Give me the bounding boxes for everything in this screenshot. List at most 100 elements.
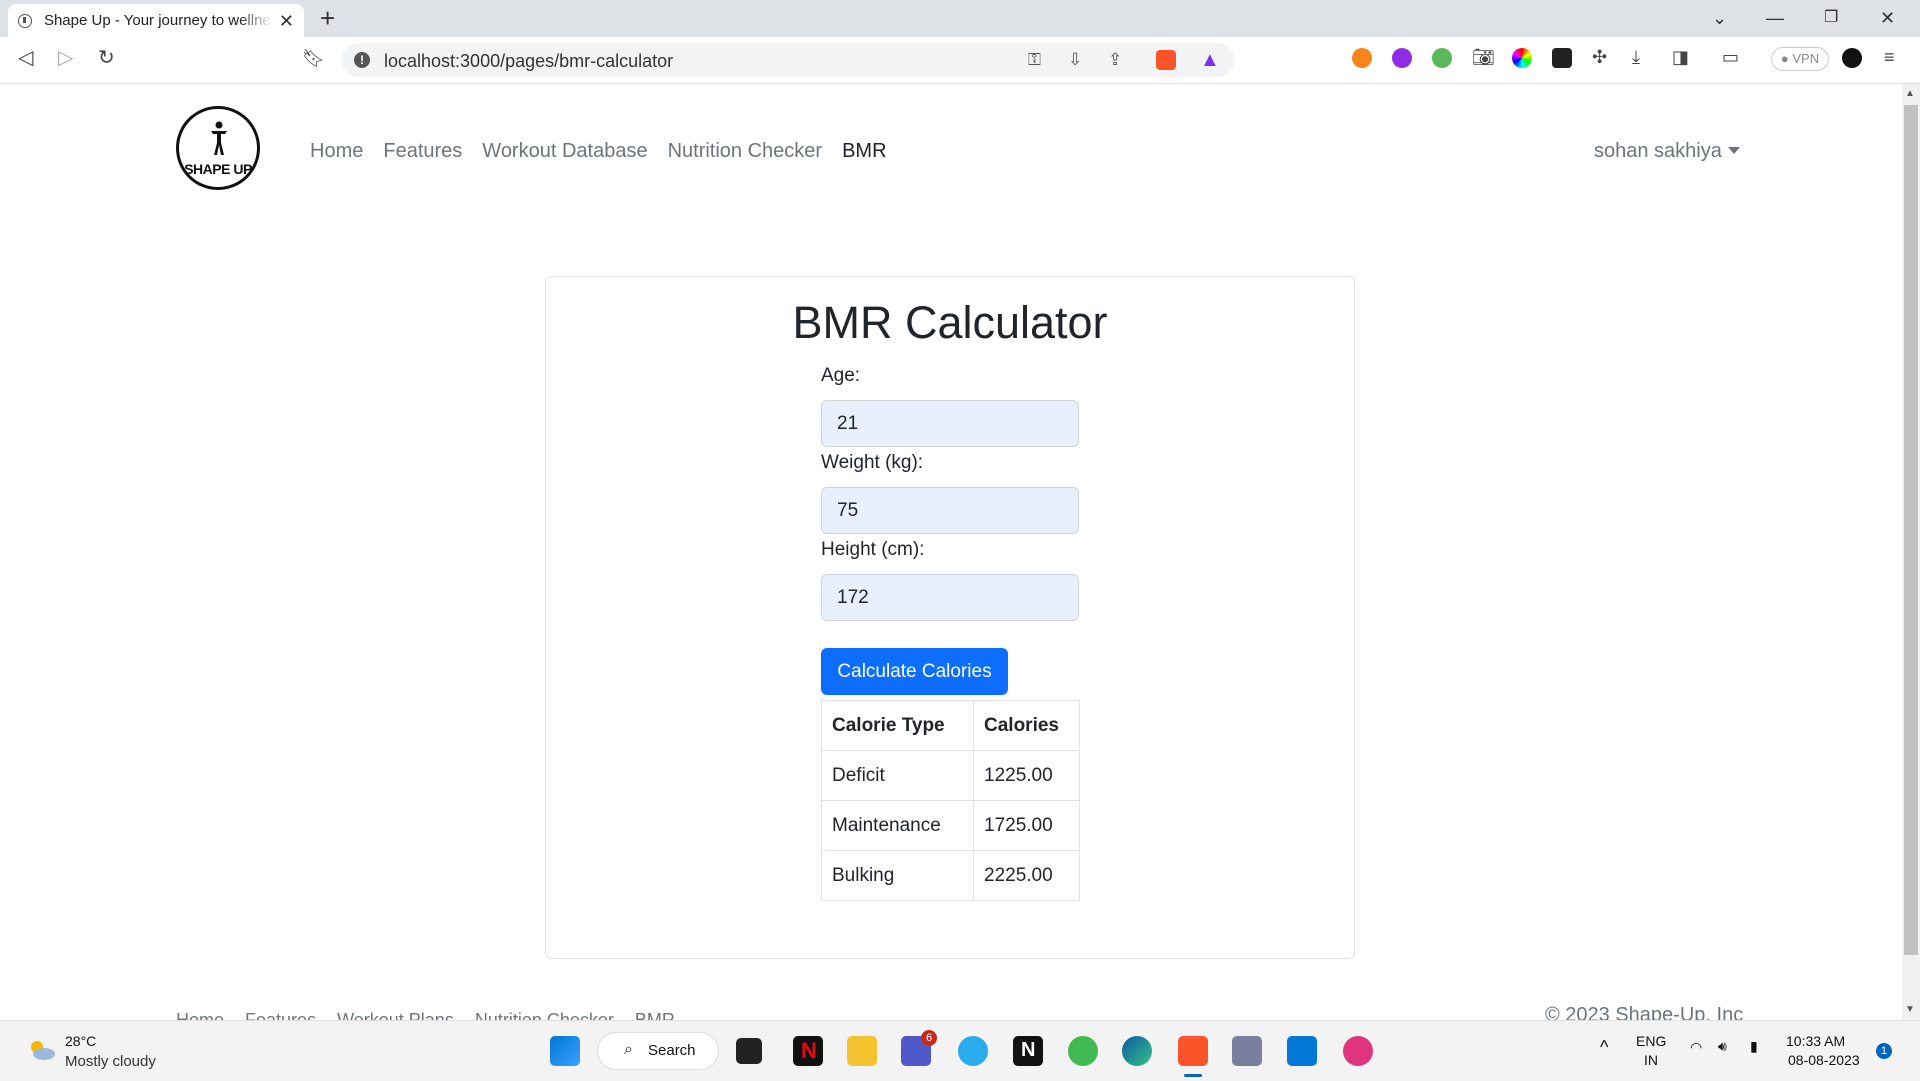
table-row: Maintenance 1725.00 <box>821 800 1080 851</box>
tab-favicon-icon <box>18 13 32 28</box>
metamask-extension-icon[interactable] <box>1352 48 1372 68</box>
tab-search-chevron-icon[interactable]: ⌄ <box>1712 4 1727 32</box>
menu-hamburger-icon[interactable]: ≡ <box>1884 46 1895 68</box>
send-app-icon[interactable] <box>1068 1036 1098 1066</box>
tab-close-icon[interactable]: ✕ <box>279 12 294 30</box>
user-dropdown[interactable]: sohan sakhiya <box>1594 140 1740 163</box>
weight-label: Weight (kg): <box>821 452 924 473</box>
netflix-app-icon[interactable]: N <box>793 1036 823 1066</box>
extension-purple-icon[interactable] <box>1392 48 1412 68</box>
color-picker-extension-icon[interactable] <box>1512 48 1532 68</box>
new-tab-plus-icon[interactable]: + <box>320 4 335 32</box>
footer-link-bmr[interactable]: BMR <box>635 1010 675 1020</box>
brave-browser-icon[interactable] <box>1178 1036 1208 1066</box>
scrollbar-thumb[interactable] <box>1904 105 1918 955</box>
active-app-indicator <box>1184 1074 1202 1077</box>
wallet-icon[interactable]: ▭ <box>1722 46 1739 68</box>
back-icon[interactable]: ◁ <box>18 46 33 70</box>
brave-shields-icon[interactable] <box>1156 50 1176 70</box>
app-icon[interactable] <box>1232 1036 1262 1066</box>
calories-cell: 2225.00 <box>973 850 1080 901</box>
search-icon: ⌕ <box>624 1041 633 1058</box>
calorie-type-cell: Maintenance <box>821 800 974 851</box>
browser-tab[interactable]: Shape Up - Your journey to wellness ✕ <box>8 4 304 37</box>
profile-avatar-icon[interactable] <box>1842 48 1862 68</box>
site-logo[interactable]: SHAPE UP <box>176 106 260 190</box>
sidebar-toggle-icon[interactable]: ◨ <box>1672 46 1689 68</box>
file-explorer-icon[interactable] <box>847 1036 877 1066</box>
taskbar-search[interactable]: ⌕ Search <box>597 1032 719 1070</box>
windows-taskbar: 28°C Mostly cloudy ⌕ Search N 6 N ^ ENG … <box>0 1020 1920 1081</box>
scroll-up-icon[interactable]: ▲ <box>1905 88 1915 99</box>
footer-link-workout-plans[interactable]: Workout Plans <box>337 1010 454 1020</box>
clock-time[interactable]: 10:33 AM <box>1786 1033 1845 1049</box>
volume-icon[interactable]: 🔊︎ <box>1718 1038 1727 1055</box>
reload-icon[interactable]: ↻ <box>98 46 115 70</box>
footer-link-nutrition-checker[interactable]: Nutrition Checker <box>475 1010 614 1020</box>
caret-down-icon <box>1727 147 1740 154</box>
browser-tab-bar: Shape Up - Your journey to wellness ✕ + … <box>0 0 1920 37</box>
language-indicator-line2[interactable]: IN <box>1644 1052 1658 1068</box>
vscode-app-icon[interactable] <box>1287 1036 1317 1066</box>
vpn-button[interactable]: ● VPN <box>1771 47 1829 71</box>
show-hidden-icons-chevron[interactable]: ^ <box>1600 1037 1608 1058</box>
password-key-icon[interactable]: ⚿ <box>1028 50 1041 70</box>
edge-browser-icon[interactable] <box>1122 1036 1152 1066</box>
footer-nav: Home Features Workout Plans Nutrition Ch… <box>176 1010 691 1020</box>
table-row: Deficit 1225.00 <box>821 750 1080 801</box>
language-indicator-line1[interactable]: ENG <box>1636 1033 1666 1049</box>
page-viewport: SHAPE UP Home Features Workout Database … <box>0 84 1902 1020</box>
battery-icon[interactable]: ▮ <box>1750 1038 1758 1055</box>
footer-link-home[interactable]: Home <box>176 1010 224 1020</box>
wifi-icon[interactable]: ◠ <box>1690 1039 1702 1056</box>
age-input[interactable] <box>821 400 1079 447</box>
restore-icon[interactable]: ❐ <box>1824 4 1838 32</box>
calories-cell: 1225.00 <box>973 750 1080 801</box>
height-label: Height (cm): <box>821 539 925 560</box>
nav-nutrition-checker[interactable]: Nutrition Checker <box>668 140 823 163</box>
user-name: sohan sakhiya <box>1594 140 1722 162</box>
age-label: Age: <box>821 365 861 386</box>
nav-workout-database[interactable]: Workout Database <box>482 140 647 163</box>
weather-temperature: 28°C <box>65 1033 97 1049</box>
weight-input[interactable] <box>821 487 1079 534</box>
extension-green-plus-icon[interactable] <box>1432 48 1452 68</box>
address-bar[interactable]: ! localhost:3000/pages/bmr-calculator ⚿ … <box>342 43 1234 77</box>
calorie-type-cell: Bulking <box>821 850 974 901</box>
extensions-puzzle-icon[interactable]: ✣ <box>1592 46 1607 68</box>
notification-count-badge[interactable]: 1 <box>1876 1043 1892 1059</box>
calculate-calories-button[interactable]: Calculate Calories <box>821 648 1008 695</box>
task-view-icon[interactable] <box>736 1038 762 1064</box>
cloudy-weather-icon <box>31 1041 55 1060</box>
telegram-app-icon[interactable] <box>958 1036 988 1066</box>
scroll-down-icon[interactable]: ▼ <box>1905 1004 1915 1015</box>
table-row: Bulking 2225.00 <box>821 850 1080 901</box>
page-title: BMR Calculator <box>792 297 1108 348</box>
minimize-icon[interactable]: — <box>1766 4 1784 32</box>
forward-icon[interactable]: ▷ <box>58 46 73 70</box>
app-icon-pink[interactable] <box>1343 1036 1373 1066</box>
teams-app-icon[interactable]: 6 <box>901 1030 937 1066</box>
nav-home[interactable]: Home <box>310 140 363 163</box>
footer-link-features[interactable]: Features <box>245 1010 316 1020</box>
extension-dark-icon[interactable] <box>1552 48 1572 68</box>
install-app-icon[interactable]: ⇩ <box>1068 50 1082 70</box>
tab-title: Shape Up - Your journey to wellness <box>43 12 273 29</box>
bmr-calculator-card: BMR Calculator Age: Weight (kg): Height … <box>545 276 1355 959</box>
weather-description: Mostly cloudy <box>65 1053 156 1070</box>
camera-extension-icon[interactable]: 📷︎ <box>1472 46 1495 68</box>
clock-date[interactable]: 08-08-2023 <box>1788 1052 1860 1068</box>
brave-rewards-icon[interactable]: ▲ <box>1200 50 1220 70</box>
share-icon[interactable]: ⇪ <box>1108 50 1122 70</box>
site-info-icon[interactable]: ! <box>354 52 370 68</box>
close-window-icon[interactable]: ✕ <box>1880 4 1895 32</box>
teams-notification-badge: 6 <box>921 1030 937 1046</box>
windows-start-icon[interactable] <box>550 1036 580 1066</box>
notion-app-icon[interactable]: N <box>1013 1036 1043 1066</box>
nav-features[interactable]: Features <box>383 140 462 163</box>
downloads-icon[interactable]: ⤓ <box>1632 46 1640 68</box>
nav-bmr[interactable]: BMR <box>842 140 886 163</box>
height-input[interactable] <box>821 574 1079 621</box>
bookmark-icon[interactable]: 🔖︎ <box>302 46 325 70</box>
footer-copyright: © 2023 Shape-Up, Inc <box>1545 1004 1744 1020</box>
